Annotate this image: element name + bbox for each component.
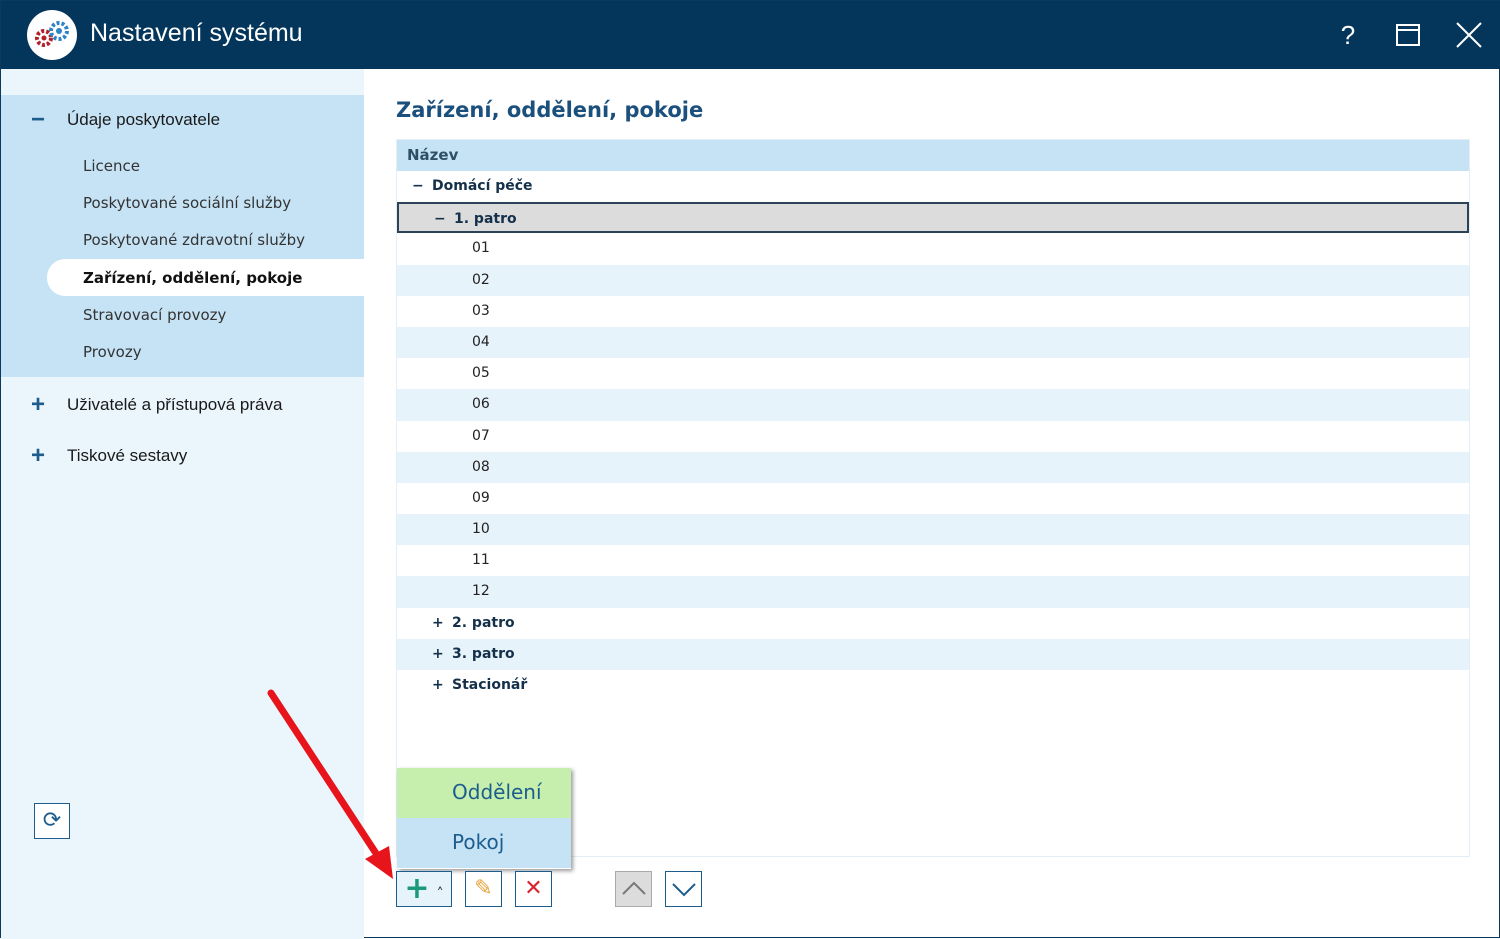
tree-row[interactable]: 04	[397, 326, 1469, 359]
tree-row[interactable]: 08	[397, 451, 1469, 483]
add-dropdown-menu: Oddělení Pokoj	[397, 768, 571, 869]
tree-row[interactable]: + Stacionář	[397, 670, 1469, 701]
tree-row[interactable]: 06	[397, 389, 1469, 421]
row-label: 11	[472, 552, 490, 569]
maximize-button[interactable]	[1388, 15, 1428, 55]
section-label: Údaje poskytovatele	[67, 110, 221, 129]
title-bar: Nastavení systému ?	[1, 1, 1500, 69]
row-label: Stacionář	[452, 677, 528, 693]
row-label: 08	[472, 458, 490, 475]
row-label: 04	[472, 333, 490, 350]
help-button[interactable]: ?	[1328, 15, 1368, 55]
sidebar-item-licence[interactable]: Licence	[47, 147, 364, 184]
tree-row[interactable]: 05	[397, 358, 1469, 389]
move-down-button[interactable]	[665, 871, 702, 907]
expand-icon[interactable]: +	[31, 442, 45, 470]
chevron-up-icon	[621, 881, 646, 895]
menu-item-pokoj[interactable]: Pokoj	[397, 818, 571, 868]
pencil-icon: ✎	[474, 876, 493, 901]
menu-item-oddeleni[interactable]: Oddělení	[397, 768, 571, 818]
page-title: Zařízení, oddělení, pokoje	[396, 98, 704, 122]
tree-row[interactable]: 07	[397, 421, 1469, 452]
column-header-nazev[interactable]: Název	[397, 140, 1469, 171]
close-button[interactable]	[1449, 15, 1489, 55]
tree-row[interactable]: 09	[397, 483, 1469, 514]
tree-row[interactable]: −1. patro	[397, 202, 1469, 234]
sidebar-item-stravovaci-provozy[interactable]: Stravovací provozy	[47, 296, 364, 333]
chevron-down-icon	[671, 883, 696, 897]
sidebar-section-udaje[interactable]: − Údaje poskytovatele	[1, 100, 364, 140]
section-label: Uživatelé a přístupová práva	[67, 395, 283, 414]
row-label: 2. patro	[452, 614, 515, 631]
sidebar-item-zdravotni-sluzby[interactable]: Poskytované zdravotní služby	[47, 221, 364, 258]
edit-button[interactable]: ✎	[465, 871, 502, 907]
tree-row[interactable]: 12	[397, 576, 1469, 608]
app-logo-gears-icon	[27, 10, 77, 60]
tree-row[interactable]: +2. patro	[397, 608, 1469, 639]
row-label: 06	[472, 396, 490, 413]
tree-row[interactable]: 02	[397, 264, 1469, 296]
sidebar-item-provozy[interactable]: Provozy	[47, 333, 364, 370]
sidebar-section-tiskove-sestavy[interactable]: + Tiskové sestavy	[1, 436, 364, 476]
plus-icon: +	[404, 871, 430, 906]
window-title: Nastavení systému	[90, 19, 303, 47]
sidebar-item-socialni-sluzby[interactable]: Poskytované sociální služby	[47, 184, 364, 221]
collapse-icon[interactable]: −	[434, 211, 446, 227]
expand-icon[interactable]: +	[432, 646, 444, 662]
tree-row[interactable]: 11	[397, 545, 1469, 576]
delete-button[interactable]: ✕	[515, 871, 552, 907]
tree-row[interactable]: +3. patro	[397, 638, 1469, 670]
tree-table: Název − Domácí péče −1. patro 01 02 03 04 05 06 0…	[396, 139, 1470, 857]
row-label: 01	[472, 240, 490, 257]
move-up-button[interactable]	[615, 871, 652, 907]
tree-row[interactable]: 03	[397, 296, 1469, 327]
row-label: 12	[472, 583, 490, 600]
tree-row[interactable]: 10	[397, 514, 1469, 546]
delete-x-icon: ✕	[524, 876, 543, 901]
row-label: 07	[472, 427, 490, 444]
expand-icon[interactable]: +	[432, 615, 444, 631]
sidebar-section-uzivatele[interactable]: + Uživatelé a přístupová práva	[1, 385, 364, 425]
tree-row[interactable]: − Domácí péče	[397, 171, 1469, 202]
collapse-icon[interactable]: −	[412, 178, 424, 194]
row-label: 10	[472, 521, 490, 538]
row-label: 05	[472, 365, 490, 382]
expand-icon[interactable]: +	[432, 677, 444, 693]
row-label: 3. patro	[452, 645, 515, 662]
caret-up-icon: ˄	[436, 886, 444, 902]
collapse-icon[interactable]: −	[31, 106, 45, 134]
add-button[interactable]: + ˄	[396, 871, 452, 907]
refresh-button[interactable]: ⟳	[34, 803, 70, 839]
sidebar-item-zarizeni[interactable]: Zařízení, oddělení, pokoje	[47, 259, 364, 296]
expand-icon[interactable]: +	[31, 391, 45, 419]
row-label: 02	[472, 271, 490, 288]
section-udaje-poskytovatele: − Údaje poskytovatele Licence Poskytovan…	[1, 95, 364, 377]
row-label: 03	[472, 302, 490, 319]
row-label: Domácí péče	[432, 178, 533, 194]
row-label: 1. patro	[454, 211, 517, 228]
section-label: Tiskové sestavy	[67, 446, 188, 465]
row-label: 09	[472, 489, 490, 506]
tree-row[interactable]: 01	[397, 233, 1469, 264]
